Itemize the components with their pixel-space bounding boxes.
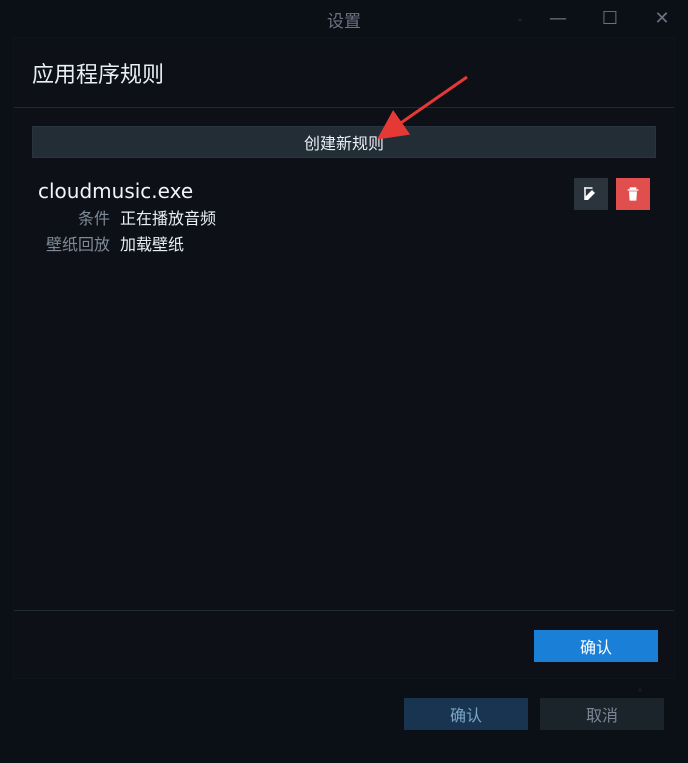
create-new-rule-button[interactable]: 创建新规则: [32, 126, 656, 158]
background-footer: 确认 取消: [0, 673, 688, 763]
dialog-confirm-button[interactable]: 确认: [534, 630, 658, 662]
rule-playback-value: 加载壁纸: [120, 235, 185, 254]
rule-condition-row: 条件 正在播放音频: [38, 204, 656, 230]
minimize-icon[interactable]: —: [532, 0, 584, 38]
background-window-title-text: 设置: [327, 11, 361, 32]
dialog-body: 创建新规则 cloudmusic.exe 条件 正在播放音频 壁纸回放 加载壁纸: [14, 108, 674, 610]
background-confirm-button[interactable]: 确认: [404, 698, 528, 730]
edit-rule-button[interactable]: [574, 178, 608, 210]
dialog-title: 应用程序规则: [32, 62, 165, 88]
edit-icon: [584, 187, 597, 200]
delete-rule-button[interactable]: [616, 178, 650, 210]
rule-actions: [574, 178, 650, 210]
rule-name: cloudmusic.exe: [38, 179, 194, 203]
rule-item: cloudmusic.exe 条件 正在播放音频 壁纸回放 加载壁纸: [32, 178, 656, 268]
window-controls: — ☐ ✕: [532, 0, 688, 38]
background-cancel-button[interactable]: 取消: [540, 698, 664, 730]
close-icon[interactable]: ✕: [636, 0, 688, 38]
rule-playback-key: 壁纸回放: [45, 235, 110, 254]
dialog-header: 应用程序规则: [14, 38, 674, 108]
rule-condition-value: 正在播放音频: [120, 209, 217, 228]
rule-playback-row: 壁纸回放 加载壁纸: [38, 230, 656, 256]
dialog-footer: 确认: [14, 610, 674, 678]
application-rules-dialog: 应用程序规则 创建新规则 cloudmusic.exe 条件 正在播放音频 壁纸…: [14, 38, 674, 678]
maximize-icon[interactable]: ☐: [584, 0, 636, 38]
rule-condition-key: 条件: [77, 209, 110, 228]
trash-icon: [627, 187, 639, 201]
